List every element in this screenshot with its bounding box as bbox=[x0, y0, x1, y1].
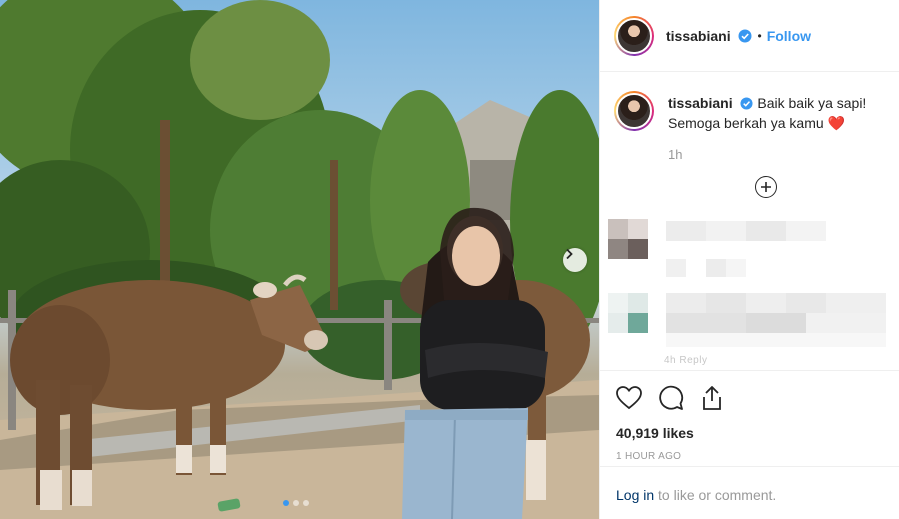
avatar-image bbox=[616, 17, 652, 54]
username-text[interactable]: tissabiani bbox=[666, 28, 731, 44]
like-count[interactable]: 40,919 likes bbox=[616, 425, 884, 441]
blurred-comment bbox=[608, 293, 886, 347]
comments-section: tissabiani Baik baik ya sapi! Semoga ber… bbox=[600, 73, 899, 370]
username[interactable]: tissabiani bbox=[666, 28, 752, 44]
post-actions: 40,919 likes 1 HOUR AGO bbox=[600, 370, 899, 462]
verified-badge-icon bbox=[740, 97, 754, 110]
share-icon bbox=[703, 386, 721, 410]
post-sidebar: tissabiani • Follow tissabiani Baik baik… bbox=[599, 0, 899, 519]
photo-scene bbox=[0, 0, 599, 519]
plus-circle-icon bbox=[761, 182, 771, 192]
carousel-dot bbox=[303, 500, 309, 506]
action-bar bbox=[616, 383, 884, 413]
caption: tissabiani Baik baik ya sapi! Semoga ber… bbox=[600, 73, 899, 133]
load-more-comments-button[interactable] bbox=[755, 176, 777, 198]
login-link[interactable]: Log in bbox=[616, 487, 654, 503]
heart-icon bbox=[616, 386, 642, 410]
chevron-right-icon bbox=[566, 248, 573, 260]
avatar[interactable] bbox=[614, 91, 654, 131]
caption-username[interactable]: tissabiani bbox=[668, 95, 733, 111]
separator-dot: • bbox=[757, 28, 762, 43]
caption-text: tissabiani Baik baik ya sapi! Semoga ber… bbox=[668, 93, 868, 133]
blurred-comment bbox=[608, 219, 826, 277]
avatar-image bbox=[616, 93, 652, 129]
avatar[interactable] bbox=[614, 15, 654, 56]
carousel-indicator bbox=[283, 500, 309, 506]
post-photo[interactable] bbox=[0, 0, 599, 519]
post-header: tissabiani • Follow bbox=[600, 0, 899, 72]
login-prompt-text: to like or comment. bbox=[654, 487, 777, 503]
login-prompt: Log in to like or comment. bbox=[600, 466, 899, 519]
speech-bubble-icon bbox=[659, 385, 684, 410]
caption-timestamp: 1h bbox=[668, 147, 683, 162]
like-button[interactable] bbox=[616, 386, 642, 410]
carousel-dot bbox=[283, 500, 289, 506]
caption-line-1: Baik baik ya sapi! bbox=[757, 95, 867, 111]
follow-button[interactable]: Follow bbox=[767, 28, 811, 44]
next-photo-button[interactable] bbox=[563, 248, 587, 272]
comment-meta: 4h Reply bbox=[664, 355, 708, 366]
caption-line-2: Semoga berkah ya kamu ❤️ bbox=[668, 115, 845, 131]
carousel-dot bbox=[293, 500, 299, 506]
post-timestamp[interactable]: 1 HOUR AGO bbox=[616, 451, 884, 462]
verified-badge-icon bbox=[738, 29, 752, 42]
share-button[interactable] bbox=[700, 385, 724, 411]
comment-button[interactable] bbox=[658, 385, 684, 411]
